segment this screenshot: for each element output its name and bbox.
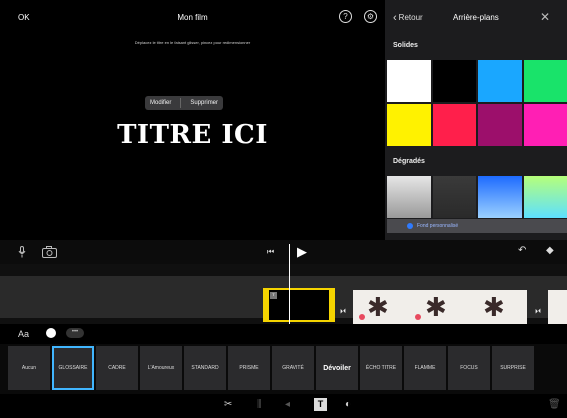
title-style-tile[interactable]: ÉCHO TITRE — [360, 346, 402, 390]
title-style-tile[interactable]: GLOSSAIRE — [52, 346, 94, 390]
title-style-tile[interactable]: FOCUS — [448, 346, 490, 390]
menu-divider — [180, 98, 182, 108]
photo-clip[interactable] — [548, 290, 567, 324]
solid-color-swatch[interactable] — [432, 104, 476, 146]
split-icon[interactable]: ⫼ — [257, 399, 262, 410]
selection-bar-text: Fond personnalisé — [417, 223, 459, 229]
solid-color-swatch[interactable] — [478, 104, 522, 146]
solid-color-swatch[interactable] — [523, 104, 567, 146]
title-overlay-text[interactable]: TITRE ICI — [0, 120, 385, 150]
title-style-tile[interactable]: L'Amoureux — [140, 346, 182, 390]
chevron-left-icon: ‹ — [393, 11, 397, 24]
camera-icon[interactable] — [42, 245, 57, 258]
viewer-top-bar: OK Mon film ? ⚙ — [0, 0, 385, 34]
solid-color-grid — [387, 60, 567, 146]
help-icon[interactable]: ? — [339, 10, 352, 23]
timeline[interactable]: T ⏵⏴ ✱ ✱ ✱ ⏵⏴ — [0, 264, 567, 324]
title-context-menu: Modifier Supprimer — [145, 96, 224, 110]
back-label: Retour — [398, 13, 423, 22]
solid-color-swatch[interactable] — [478, 60, 522, 102]
playhead[interactable] — [289, 244, 290, 324]
delete-title-button[interactable]: Supprimer — [190, 100, 218, 106]
selection-dot-icon — [407, 223, 413, 229]
close-icon[interactable]: ✕ — [540, 10, 550, 24]
background-selection-bar[interactable]: Fond personnalisé — [387, 219, 567, 233]
transition-icon[interactable]: ⏵⏴ — [340, 309, 346, 316]
title-clip-badge: T — [270, 292, 277, 299]
title-hint-text: Déplacez le titre en le faisant glisser,… — [134, 40, 251, 45]
title-styles-strip: Aucun GLOSSAIRE CADRE L'Amoureux STANDARD PRI… — [0, 344, 567, 394]
solid-color-swatch[interactable] — [432, 60, 476, 102]
font-button[interactable]: Aa — [18, 329, 29, 339]
photo-clip[interactable]: ✱ ✱ ✱ — [353, 290, 527, 324]
title-style-tile[interactable]: SURPRISE — [492, 346, 534, 390]
solids-section-label: Solides — [393, 42, 418, 49]
text-color-button[interactable] — [46, 328, 56, 338]
bottom-action-bar: ✂ ⫼ ◂ T ◐ 🗑 — [0, 394, 567, 418]
volume-icon[interactable]: ◂ — [285, 399, 290, 410]
solid-color-swatch[interactable] — [387, 104, 431, 146]
panel-title: Arrière-plans — [453, 13, 499, 22]
title-style-options: Aa ••• — [0, 324, 567, 344]
microphone-icon[interactable] — [18, 246, 26, 261]
octopus-image: ✱ — [483, 292, 505, 322]
pink-spot — [359, 314, 365, 320]
title-style-tile[interactable]: Aucun — [8, 346, 50, 390]
title-style-tile[interactable]: PRISME — [228, 346, 270, 390]
undo-icon[interactable]: ↶ — [518, 245, 526, 256]
gradient-color-grid — [387, 176, 567, 218]
backgrounds-panel-header: ‹ Retour Arrière-plans ✕ — [385, 0, 567, 36]
title-style-tile[interactable]: FLAMME — [404, 346, 446, 390]
video-viewer: OK Mon film ? ⚙ Déplacez le titre en le … — [0, 0, 385, 240]
edit-title-button[interactable]: Modifier — [150, 100, 171, 106]
backgrounds-panel: ‹ Retour Arrière-plans ✕ Solides Dégradé… — [385, 0, 567, 240]
octopus-image: ✱ — [367, 292, 389, 322]
timeline-toolbar: ⏮ ▶ ↶ ◆ — [0, 240, 567, 264]
gradients-section-label: Dégradés — [393, 158, 425, 165]
title-style-tile[interactable]: STANDARD — [184, 346, 226, 390]
title-style-tile[interactable]: CADRE — [96, 346, 138, 390]
text-tool-icon[interactable]: T — [314, 398, 327, 411]
trash-icon[interactable]: 🗑 — [548, 399, 561, 410]
solid-color-swatch[interactable] — [387, 60, 431, 102]
settings-icon[interactable]: ⚙ — [364, 10, 377, 23]
title-style-tile[interactable]: Dévoiler — [316, 346, 358, 390]
filter-icon[interactable]: ◐ — [345, 399, 351, 410]
octopus-image: ✱ — [425, 292, 447, 322]
solid-color-swatch[interactable] — [523, 60, 567, 102]
gradient-swatch[interactable] — [523, 176, 567, 218]
pink-spot — [415, 314, 421, 320]
play-icon[interactable]: ▶ — [297, 244, 307, 260]
gradient-swatch[interactable] — [387, 176, 431, 218]
title-style-tile[interactable]: GRAVITÉ — [272, 346, 314, 390]
gradient-swatch[interactable] — [478, 176, 522, 218]
project-title: Mon film — [177, 13, 208, 22]
scissors-icon[interactable]: ✂ — [224, 399, 232, 410]
keyframe-icon[interactable]: ◆ — [546, 245, 554, 256]
gradient-swatch[interactable] — [432, 176, 476, 218]
transition-icon[interactable]: ⏵⏴ — [535, 309, 541, 316]
back-button[interactable]: ‹ Retour — [393, 11, 423, 24]
more-options-button[interactable]: ••• — [66, 328, 84, 338]
skip-back-icon[interactable]: ⏮ — [267, 247, 274, 257]
